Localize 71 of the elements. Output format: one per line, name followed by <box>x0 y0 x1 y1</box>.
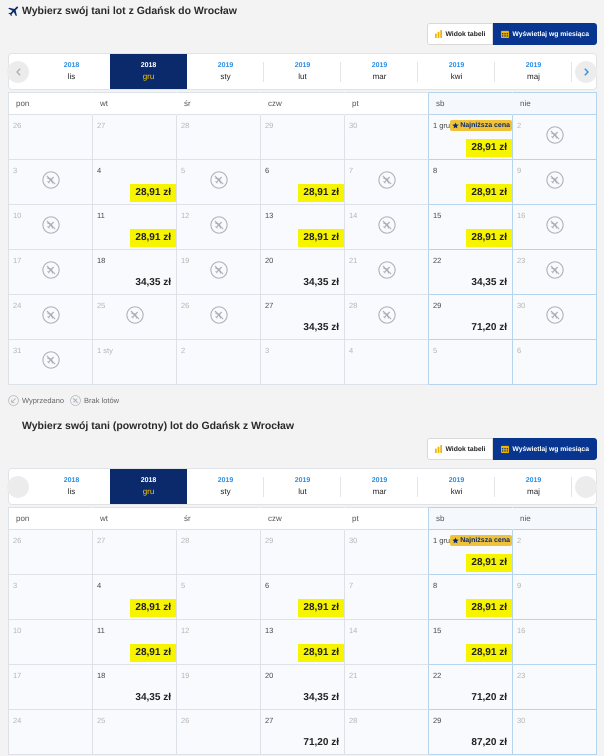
weekday-label: wt <box>100 99 108 108</box>
price-label: 28,91 zł <box>298 184 344 202</box>
price-label: 28,91 zł <box>466 184 512 202</box>
price-label: 28,91 zł <box>130 229 176 247</box>
weekday-label: sb <box>436 99 444 108</box>
price-label: 28,91 zł <box>466 599 512 617</box>
crossed-plane-icon <box>126 306 144 324</box>
price-label: 28,91 zł <box>466 139 512 157</box>
weekday-label: nie <box>520 99 531 108</box>
weekday-label: śr <box>184 514 191 523</box>
section-title: Wybierz swój tani (powrotny) lot do Gdańsk z Wrocław <box>22 420 294 432</box>
weekday-label: pon <box>16 99 30 108</box>
price-label: 71,20 zł <box>470 691 508 705</box>
crossed-plane-icon <box>70 395 82 406</box>
crossed-plane-icon <box>378 306 396 324</box>
crossed-plane-icon <box>546 171 564 189</box>
next-button[interactable] <box>575 60 597 82</box>
weekday-label: pt <box>352 514 359 523</box>
crossed-plane-icon <box>42 261 60 279</box>
price-label: 34,35 zł <box>302 321 340 335</box>
crossed-plane-icon <box>546 306 564 324</box>
price-label: 71,20 zł <box>470 321 508 335</box>
price-label: 28,91 zł <box>130 184 176 202</box>
crossed-plane-icon <box>210 306 228 324</box>
bar-chart-icon <box>435 30 442 38</box>
price-label: 28,91 zł <box>298 644 344 662</box>
crossed-plane-icon <box>378 261 396 279</box>
crossed-plane-icon <box>378 216 396 234</box>
crossed-plane-icon <box>210 261 228 279</box>
price-label: 34,35 zł <box>470 276 508 290</box>
price-label: 28,91 zł <box>130 599 176 617</box>
crossed-plane-icon <box>546 126 564 144</box>
weekday-label: pt <box>352 99 359 108</box>
crossed-plane-icon <box>42 171 60 189</box>
crossed-plane-icon <box>210 171 228 189</box>
calendar-icon <box>501 445 510 453</box>
price-label: 28,91 zł <box>466 554 512 572</box>
section-title: Wybierz swój tani lot z Gdańsk do Wrocław <box>22 5 237 17</box>
crossed-plane-icon <box>546 261 564 279</box>
weekday-label: śr <box>184 99 191 108</box>
weekday-label: sb <box>436 514 444 523</box>
price-label: 28,91 zł <box>298 599 344 617</box>
price-label: 87,20 zł <box>470 736 508 750</box>
bar-chart-icon <box>435 445 442 453</box>
calendar-icon <box>501 30 510 38</box>
weekday-label: czw <box>268 99 282 108</box>
price-label: 28,91 zł <box>130 644 176 662</box>
crossed-plane-icon <box>42 306 60 324</box>
arrow-circle-icon <box>8 395 19 406</box>
crossed-plane-icon <box>546 216 564 234</box>
price-label: 28,91 zł <box>466 229 512 247</box>
crossed-plane-icon <box>42 351 60 369</box>
price-label: 34,35 zł <box>134 276 172 290</box>
price-label: 34,35 zł <box>302 276 340 290</box>
next-button[interactable] <box>575 476 597 498</box>
crossed-plane-icon <box>210 216 228 234</box>
star-icon <box>452 537 459 544</box>
price-label: 28,91 zł <box>466 644 512 662</box>
weekday-label: wt <box>100 514 108 523</box>
price-label: 71,20 zł <box>302 736 340 750</box>
plane-icon <box>8 5 20 17</box>
weekday-label: nie <box>520 514 531 523</box>
crossed-plane-icon <box>378 171 396 189</box>
price-label: 28,91 zł <box>298 229 344 247</box>
weekday-label: czw <box>268 514 282 523</box>
price-label: 34,35 zł <box>134 691 172 705</box>
weekday-label: pon <box>16 514 30 523</box>
price-label: 34,35 zł <box>302 691 340 705</box>
star-icon <box>452 122 459 129</box>
previous-button[interactable] <box>7 476 29 498</box>
crossed-plane-icon <box>42 216 60 234</box>
